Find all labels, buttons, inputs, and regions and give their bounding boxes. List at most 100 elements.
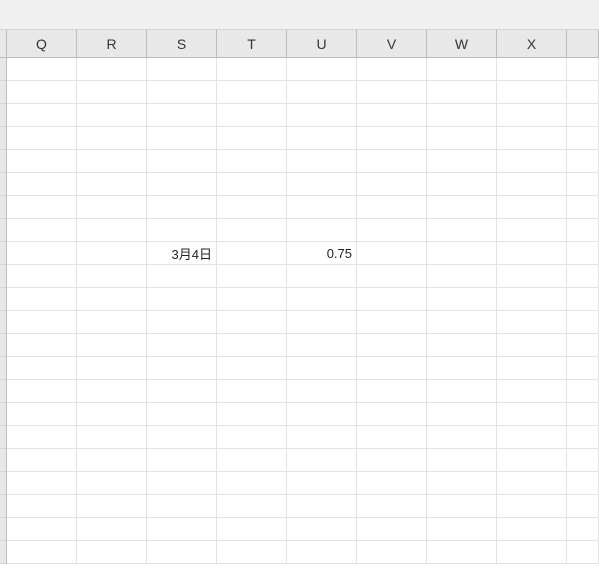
cell-v-20[interactable] <box>357 518 427 541</box>
row-header[interactable] <box>0 104 7 127</box>
cell-r-7[interactable] <box>77 219 147 242</box>
cell-u-0[interactable] <box>287 58 357 81</box>
cell-s-19[interactable] <box>147 495 217 518</box>
cell-q-4[interactable] <box>7 150 77 173</box>
cell-t-3[interactable] <box>217 127 287 150</box>
cell-r-13[interactable] <box>77 357 147 380</box>
cell-s-3[interactable] <box>147 127 217 150</box>
cell-r-18[interactable] <box>77 472 147 495</box>
cell-partial-11[interactable] <box>567 311 599 334</box>
column-header-s[interactable]: S <box>147 30 217 57</box>
cell-partial-17[interactable] <box>567 449 599 472</box>
cell-q-6[interactable] <box>7 196 77 219</box>
cell-r-8[interactable] <box>77 242 147 265</box>
cell-partial-5[interactable] <box>567 173 599 196</box>
column-header-q[interactable]: Q <box>7 30 77 57</box>
cell-s-5[interactable] <box>147 173 217 196</box>
cell-w-6[interactable] <box>427 196 497 219</box>
cell-x-14[interactable] <box>497 380 567 403</box>
column-header-t[interactable]: T <box>217 30 287 57</box>
cell-q-15[interactable] <box>7 403 77 426</box>
cell-r-4[interactable] <box>77 150 147 173</box>
cell-t-18[interactable] <box>217 472 287 495</box>
cell-u-3[interactable] <box>287 127 357 150</box>
cell-w-7[interactable] <box>427 219 497 242</box>
cell-t-1[interactable] <box>217 81 287 104</box>
column-header-u[interactable]: U <box>287 30 357 57</box>
cell-partial-18[interactable] <box>567 472 599 495</box>
cell-t-10[interactable] <box>217 288 287 311</box>
cell-r-9[interactable] <box>77 265 147 288</box>
cell-q-18[interactable] <box>7 472 77 495</box>
cell-s-6[interactable] <box>147 196 217 219</box>
cell-partial-20[interactable] <box>567 518 599 541</box>
cell-r-3[interactable] <box>77 127 147 150</box>
cell-q-1[interactable] <box>7 81 77 104</box>
cell-r-15[interactable] <box>77 403 147 426</box>
cell-u-13[interactable] <box>287 357 357 380</box>
cell-w-15[interactable] <box>427 403 497 426</box>
cell-q-16[interactable] <box>7 426 77 449</box>
cell-w-3[interactable] <box>427 127 497 150</box>
row-header[interactable] <box>0 495 7 518</box>
cell-t-13[interactable] <box>217 357 287 380</box>
cell-x-17[interactable] <box>497 449 567 472</box>
cell-s-15[interactable] <box>147 403 217 426</box>
cell-w-2[interactable] <box>427 104 497 127</box>
cell-x-19[interactable] <box>497 495 567 518</box>
cell-s-9[interactable] <box>147 265 217 288</box>
cell-v-5[interactable] <box>357 173 427 196</box>
row-header[interactable] <box>0 472 7 495</box>
cell-w-16[interactable] <box>427 426 497 449</box>
cell-t-4[interactable] <box>217 150 287 173</box>
cell-q-12[interactable] <box>7 334 77 357</box>
cell-u-5[interactable] <box>287 173 357 196</box>
cell-x-15[interactable] <box>497 403 567 426</box>
cell-q-19[interactable] <box>7 495 77 518</box>
row-header[interactable] <box>0 311 7 334</box>
cell-q-11[interactable] <box>7 311 77 334</box>
cell-u-14[interactable] <box>287 380 357 403</box>
cell-u-4[interactable] <box>287 150 357 173</box>
row-header[interactable] <box>0 449 7 472</box>
cell-s-14[interactable] <box>147 380 217 403</box>
cell-v-12[interactable] <box>357 334 427 357</box>
cell-v-13[interactable] <box>357 357 427 380</box>
row-header[interactable] <box>0 357 7 380</box>
cell-t-11[interactable] <box>217 311 287 334</box>
cell-v-17[interactable] <box>357 449 427 472</box>
cell-t-5[interactable] <box>217 173 287 196</box>
cell-v-3[interactable] <box>357 127 427 150</box>
cell-t-14[interactable] <box>217 380 287 403</box>
cell-partial-2[interactable] <box>567 104 599 127</box>
cell-partial-4[interactable] <box>567 150 599 173</box>
cell-t-21[interactable] <box>217 541 287 564</box>
cell-t-12[interactable] <box>217 334 287 357</box>
cell-x-10[interactable] <box>497 288 567 311</box>
cell-s-21[interactable] <box>147 541 217 564</box>
cell-u-12[interactable] <box>287 334 357 357</box>
cell-partial-16[interactable] <box>567 426 599 449</box>
cell-s-0[interactable] <box>147 58 217 81</box>
cell-u-6[interactable] <box>287 196 357 219</box>
cell-x-1[interactable] <box>497 81 567 104</box>
cell-partial-1[interactable] <box>567 81 599 104</box>
cell-q-20[interactable] <box>7 518 77 541</box>
cell-u-17[interactable] <box>287 449 357 472</box>
cell-x-7[interactable] <box>497 219 567 242</box>
cell-u-18[interactable] <box>287 472 357 495</box>
cell-v-14[interactable] <box>357 380 427 403</box>
cell-v-1[interactable] <box>357 81 427 104</box>
cell-s-4[interactable] <box>147 150 217 173</box>
column-header-partial[interactable] <box>567 30 599 57</box>
cell-s-20[interactable] <box>147 518 217 541</box>
cell-r-2[interactable] <box>77 104 147 127</box>
cell-u-9[interactable] <box>287 265 357 288</box>
row-header[interactable] <box>0 81 7 104</box>
row-header[interactable] <box>0 541 7 564</box>
cell-partial-6[interactable] <box>567 196 599 219</box>
cell-v-8[interactable] <box>357 242 427 265</box>
cell-partial-14[interactable] <box>567 380 599 403</box>
cell-v-18[interactable] <box>357 472 427 495</box>
cell-u-7[interactable] <box>287 219 357 242</box>
